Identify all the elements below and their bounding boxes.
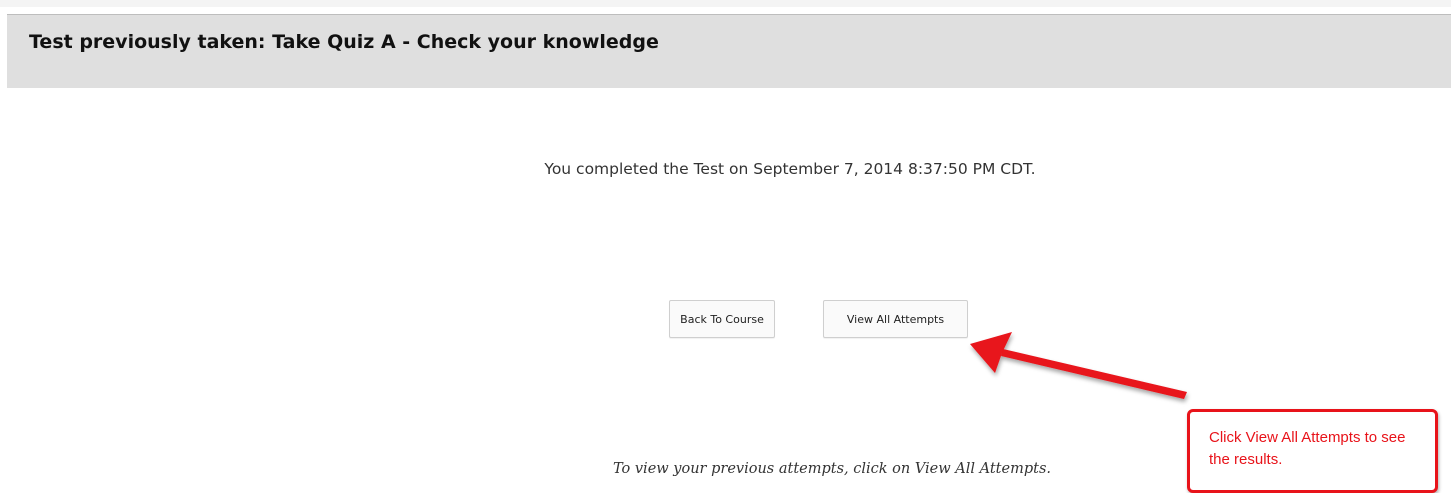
back-to-course-button[interactable]: Back To Course [669, 300, 775, 338]
completion-message: You completed the Test on September 7, 2… [544, 160, 1036, 178]
view-all-attempts-button[interactable]: View All Attempts [823, 300, 968, 338]
callout-text: Click View All Attempts to see the resul… [1209, 429, 1406, 468]
top-strip [0, 0, 1451, 7]
page-title: Test previously taken: Take Quiz A - Che… [29, 31, 659, 53]
annotation-callout: Click View All Attempts to see the resul… [1187, 409, 1438, 493]
